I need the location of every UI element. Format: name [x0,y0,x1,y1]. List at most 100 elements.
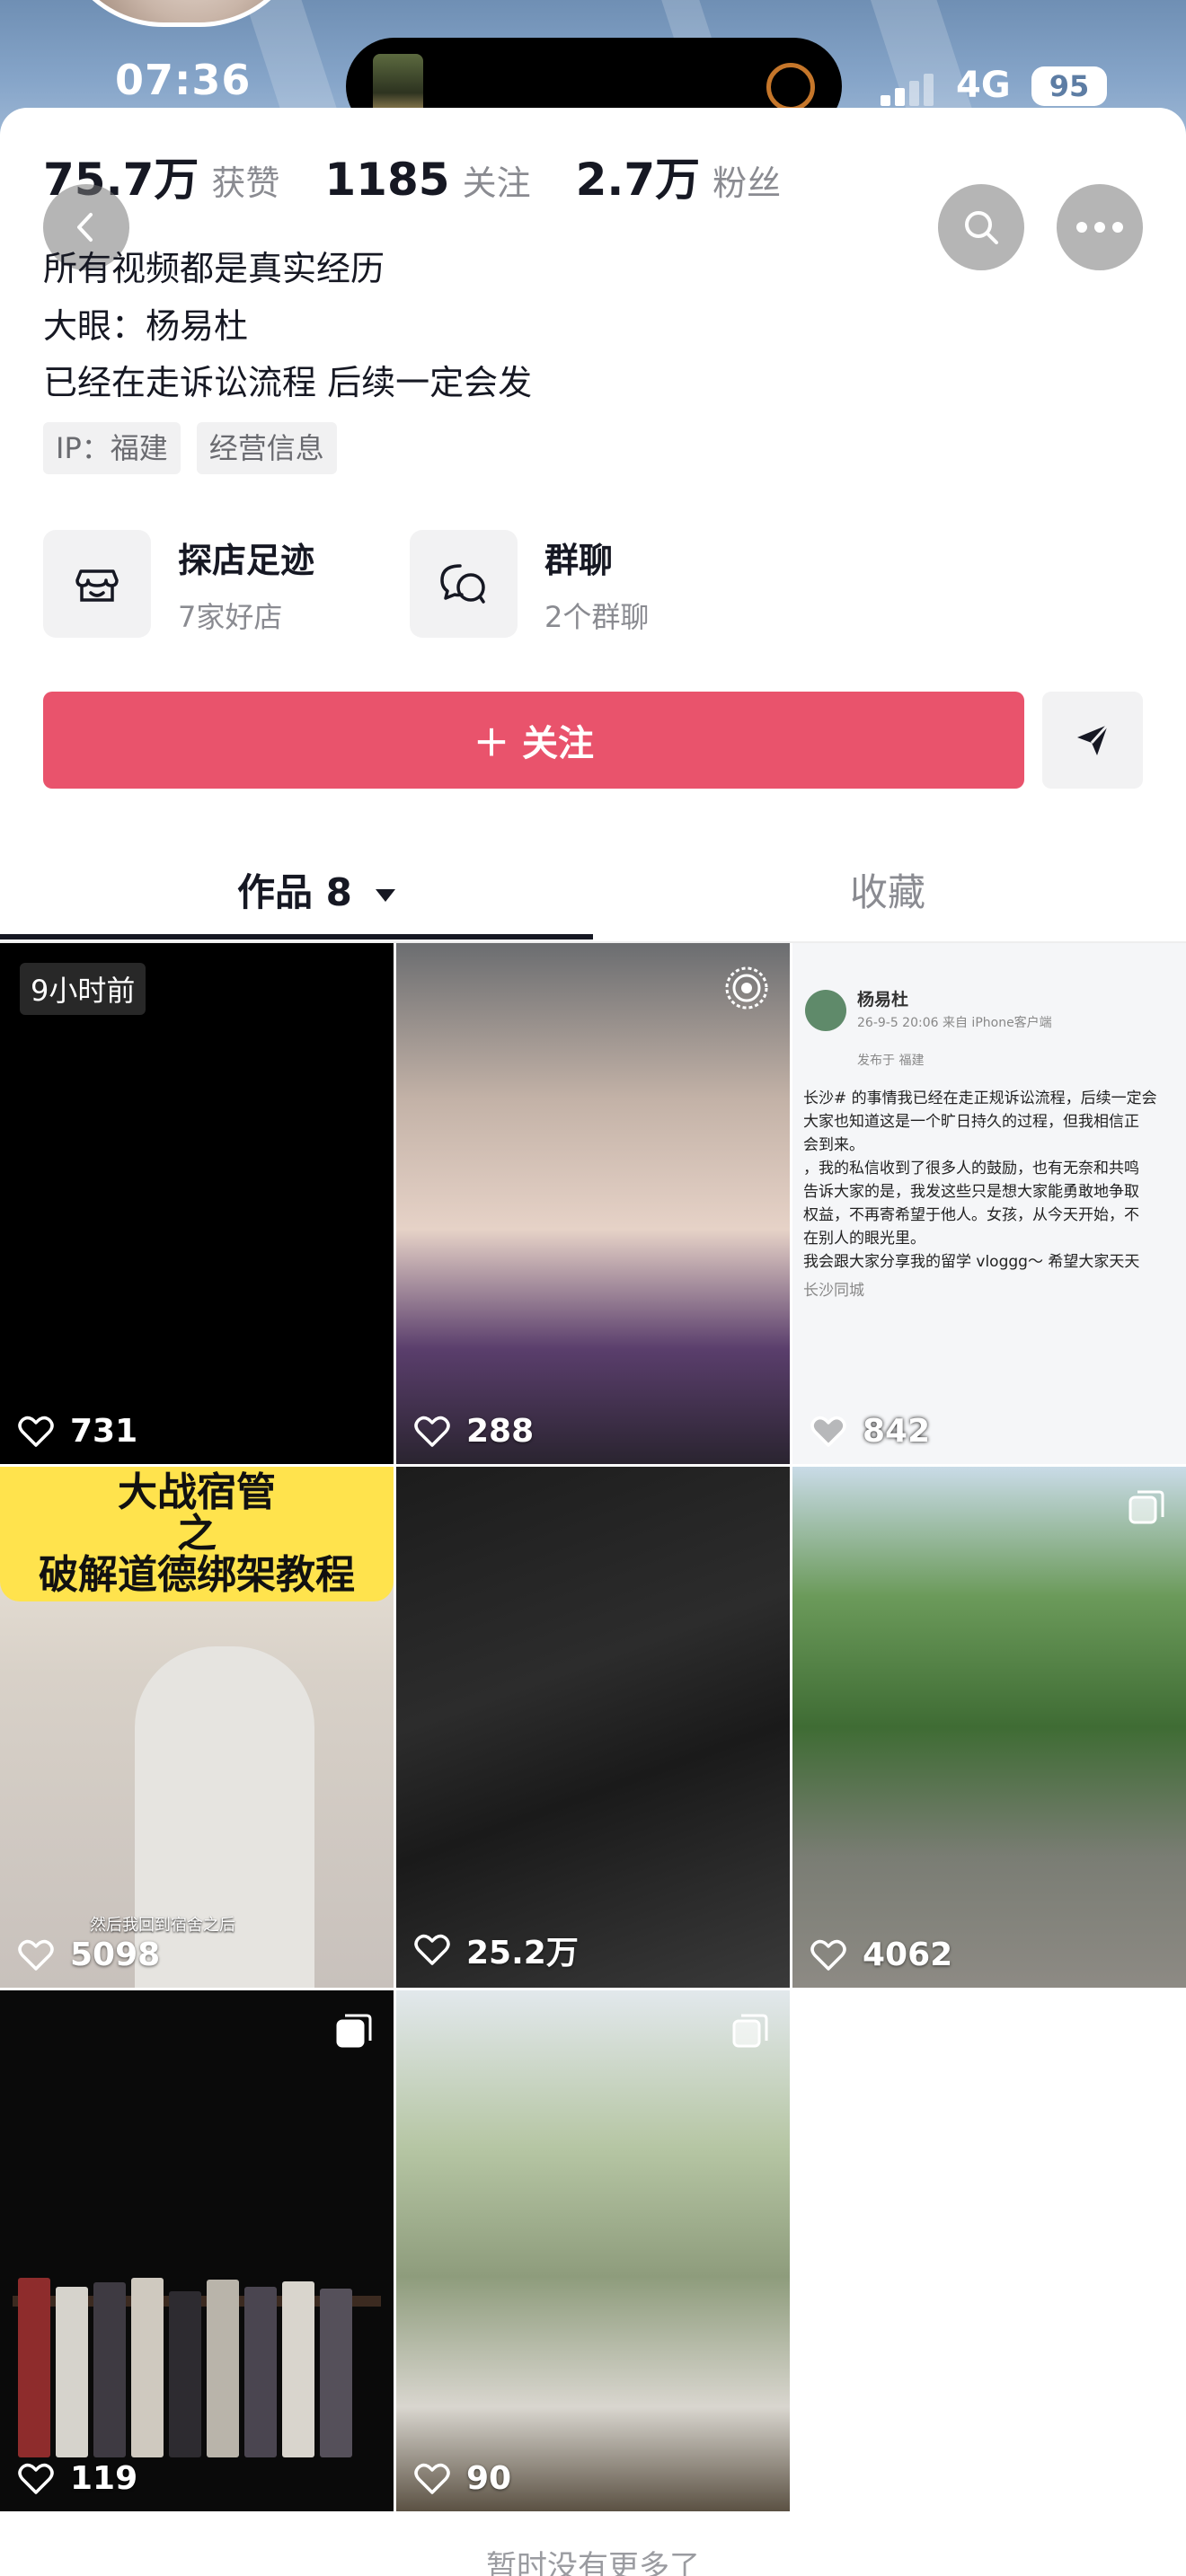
follow-button[interactable]: ＋ 关注 [43,692,1024,789]
bio-line-1: 所有视频都是真实经历 [43,249,385,288]
profile-stats: 75.7万 获赞 1185 关注 2.7万 粉丝 [43,144,826,207]
like-count-value: 4062 [863,1936,953,1973]
chevron-left-icon [77,213,93,242]
tab-favorites[interactable]: 收藏 [850,862,925,917]
video-thumbnail[interactable]: 288 [396,943,790,1464]
like-count: 25.2万 [414,1927,579,1973]
followers-count[interactable]: 2.7万 [576,144,701,208]
caret-down-icon [376,888,396,902]
search-button[interactable] [938,184,1024,270]
activity-ring-icon [766,63,815,111]
screenshot-avatar [805,990,846,1031]
screenshot-text-line: 大家也知道这是一个旷日持久的过程，但我相信正 [803,1113,1139,1131]
chat-icon [410,530,518,638]
group-chat-title: 群聊 [544,540,614,580]
heart-icon [18,2463,54,2494]
business-info-tag[interactable]: 经营信息 [196,422,337,474]
store-visits-subtitle: 7家好店 [178,599,283,634]
heart-icon [18,1416,54,1447]
banner-line: 之 [177,1511,217,1557]
multi-image-icon [336,2014,372,2048]
video-caption: 然后我回到宿舍之后 [90,1916,235,1935]
like-count-value: 90 [466,2460,512,2497]
bio-line-3: 已经在走诉讼流程 后续一定会发 [43,363,533,402]
battery-icon: 95 [1031,66,1107,106]
video-grid: 9小时前 731 288 杨易杜 26-9-5 20:06 来自 iPhone客… [0,943,1186,2511]
content-tabs: 作品 8 收藏 [0,844,1186,943]
screenshot-author: 杨易杜 [857,990,909,1010]
book [56,2287,88,2457]
screenshot-text-line: 长沙# 的事情我已经在走正规诉讼流程，后续一定会 [803,1090,1157,1107]
signal-icon [881,74,943,106]
banner-line: 破解道德绑架教程 [39,1552,355,1598]
heart-icon [810,1939,846,1971]
book [169,2291,201,2457]
store-visits-title: 探店足迹 [178,540,315,580]
video-title-banner: 大战宿管 之 破解道德绑架教程 [0,1467,394,1601]
store-visits-card[interactable]: 探店足迹 7家好店 [43,528,314,640]
more-dots-icon [1076,222,1123,233]
screenshot-text-line: 长沙同城 [803,1282,864,1300]
like-count: 4062 [810,1936,952,1973]
book [320,2289,352,2457]
book [93,2282,126,2457]
screenshot-text-line: 告诉大家的是，我发这些只是想大家能勇敢地争取 [803,1183,1139,1201]
book [18,2278,50,2457]
like-count-value: 731 [70,1413,138,1450]
screenshot-text-line: 我会跟大家分享我的留学 vloggg～ 希望大家天天 [803,1253,1140,1271]
heart-icon [414,1934,450,1965]
more-button[interactable] [1057,184,1143,270]
like-count-value: 25.2万 [466,1935,579,1972]
heart-icon [414,1416,450,1447]
bio-line-2: 大眼：杨易杜 [43,306,249,346]
tab-works-label: 作品 8 [237,870,352,914]
video-thumbnail[interactable]: 90 [396,1990,790,2511]
multi-image-icon [1128,1490,1164,1524]
post-time-badge: 9小时前 [20,963,146,1015]
screenshot-text-line: 在别人的眼光里。 [803,1230,925,1248]
followers-label: 粉丝 [712,163,782,203]
tab-works[interactable]: 作品 8 [237,862,397,917]
status-time: 07:36 [115,56,252,104]
following-count[interactable]: 1185 [324,154,449,206]
like-count: 90 [414,2460,511,2497]
like-count: 842 [810,1413,930,1450]
like-count: 731 [18,1413,137,1450]
like-count: 288 [414,1413,534,1450]
like-count-value: 5098 [70,1936,161,1973]
send-message-button[interactable] [1042,692,1143,789]
active-tab-indicator [0,934,593,940]
ip-location-tag: IP：福建 [43,422,181,474]
search-icon [965,211,998,244]
book [244,2287,277,2457]
following-label: 关注 [462,163,531,203]
heart-icon [414,2463,450,2494]
like-count: 5098 [18,1936,160,1973]
end-of-list-note: 暂时没有更多了 [486,2549,700,2576]
group-chat-subtitle: 2个群聊 [544,599,650,634]
video-thumbnail[interactable]: 大战宿管 之 破解道德绑架教程 然后我回到宿舍之后 5098 [0,1467,394,1988]
like-count: 119 [18,2460,137,2497]
video-thumbnail[interactable]: 119 [0,1990,394,2511]
likes-label: 获赞 [211,163,280,203]
video-thumbnail[interactable]: 杨易杜 26-9-5 20:06 来自 iPhone客户端 发布于 福建 长沙#… [792,943,1186,1464]
video-thumbnail[interactable]: 25.2万 [396,1467,790,1988]
video-subject [135,1646,314,1988]
like-count-value: 288 [466,1413,535,1450]
heart-icon [810,1416,846,1447]
profile-tags: IP：福建 经营信息 [43,422,337,474]
screenshot-text-line: 会到来。 [803,1136,864,1154]
video-thumbnail[interactable]: 9小时前 731 [0,943,394,1464]
network-type: 4G [956,65,1011,106]
banner-line: 大战宿管 [118,1469,276,1515]
store-icon [43,530,151,638]
video-thumbnail[interactable]: 4062 [792,1467,1186,1988]
screenshot-text-line: ，我的私信收到了很多人的鼓励，也有无奈和共鸣 [803,1160,1139,1178]
multi-image-icon [732,2014,768,2048]
group-chat-card[interactable]: 群聊 2个群聊 [410,528,649,640]
screenshot-text-line: 权益，不再寄希望于他人。女孩，从今天开始，不 [803,1206,1139,1224]
like-count-value: 119 [70,2460,138,2497]
live-photo-icon [725,966,768,1010]
book [282,2281,314,2457]
post-screenshot: 杨易杜 26-9-5 20:06 来自 iPhone客户端 发布于 福建 长沙#… [792,943,1186,1464]
